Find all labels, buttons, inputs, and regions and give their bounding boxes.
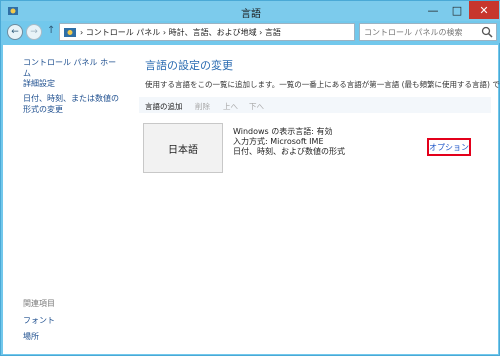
move-up-button[interactable]: 上へ [223,101,238,112]
up-button[interactable]: ↑ [47,25,55,36]
language-name: 日本語 [168,144,198,156]
page-title: 言語の設定の変更 [145,59,233,72]
options-link[interactable]: オプション [427,138,471,156]
options-label: オプション [429,142,469,152]
breadcrumb-separator: › [259,28,263,37]
remove-button[interactable]: 削除 [195,101,210,112]
search-box[interactable] [359,23,497,41]
display-language-status: Windows の表示言語: 有効 [233,127,333,136]
language-window: 言語 — □ ✕ ← → ↑ › コントロール パネル › 時計、言語、および地… [0,0,500,356]
search-input[interactable] [360,24,480,40]
input-method: 入力方式: Microsoft IME [233,137,324,146]
sidebar-link-location[interactable]: 場所 [23,331,39,342]
related-header: 関連項目 [23,299,55,308]
add-language-button[interactable]: 言語の追加 [145,101,183,112]
sidebar-link-datetime[interactable]: 日付、時刻、または数値の形式の変更 [23,93,119,115]
address-row: ← → ↑ › コントロール パネル › 時計、言語、および地域 › 言語 ▾ … [1,21,500,43]
language-tile[interactable]: 日本語 [143,123,223,173]
back-button[interactable]: ← [7,24,23,40]
format-info: 日付、時刻、および数値の形式 [233,147,345,156]
language-info: Windows の表示言語: 有効 入力方式: Microsoft IME 日付… [233,127,345,157]
move-down-button[interactable]: 下へ [249,101,264,112]
breadcrumb: › コントロール パネル › 時計、言語、および地域 › 言語 [80,27,281,38]
sidebar-link-font[interactable]: フォント [23,315,55,326]
language-toolbar: 言語の追加 削除 上へ 下へ [139,97,491,113]
address-bar[interactable]: › コントロール パネル › 時計、言語、および地域 › 言語 ▾ ↻ [59,23,410,41]
breadcrumb-separator: › [80,28,84,37]
maximize-button[interactable]: □ [445,1,469,19]
breadcrumb-item[interactable]: 言語 [265,28,281,37]
title-bar[interactable]: 言語 — □ ✕ [1,1,500,21]
page-description: 使用する言語をこの一覧に追加します。一覧の一番上にある言語が第一言語 (最も頻繁… [145,80,500,89]
sidebar-link-advanced[interactable]: 詳細設定 [23,78,55,89]
forward-button[interactable]: → [26,24,42,40]
breadcrumb-separator: › [162,28,167,37]
main-panel: 言語の設定の変更 使用する言語をこの一覧に追加します。一覧の一番上にある言語が第… [139,45,500,354]
sidebar-link-home[interactable]: コントロール パネル ホーム [23,57,123,79]
close-button[interactable]: ✕ [469,1,499,19]
search-icon[interactable] [481,26,493,38]
content-area: コントロール パネル ホーム 詳細設定 日付、時刻、または数値の形式の変更 関連… [3,45,500,354]
sidebar: コントロール パネル ホーム 詳細設定 日付、時刻、または数値の形式の変更 関連… [3,45,123,354]
breadcrumb-item[interactable]: 時計、言語、および地域 [169,28,257,37]
breadcrumb-item[interactable]: コントロール パネル [86,28,161,37]
minimize-button[interactable]: — [421,1,445,19]
control-panel-icon [64,28,76,37]
